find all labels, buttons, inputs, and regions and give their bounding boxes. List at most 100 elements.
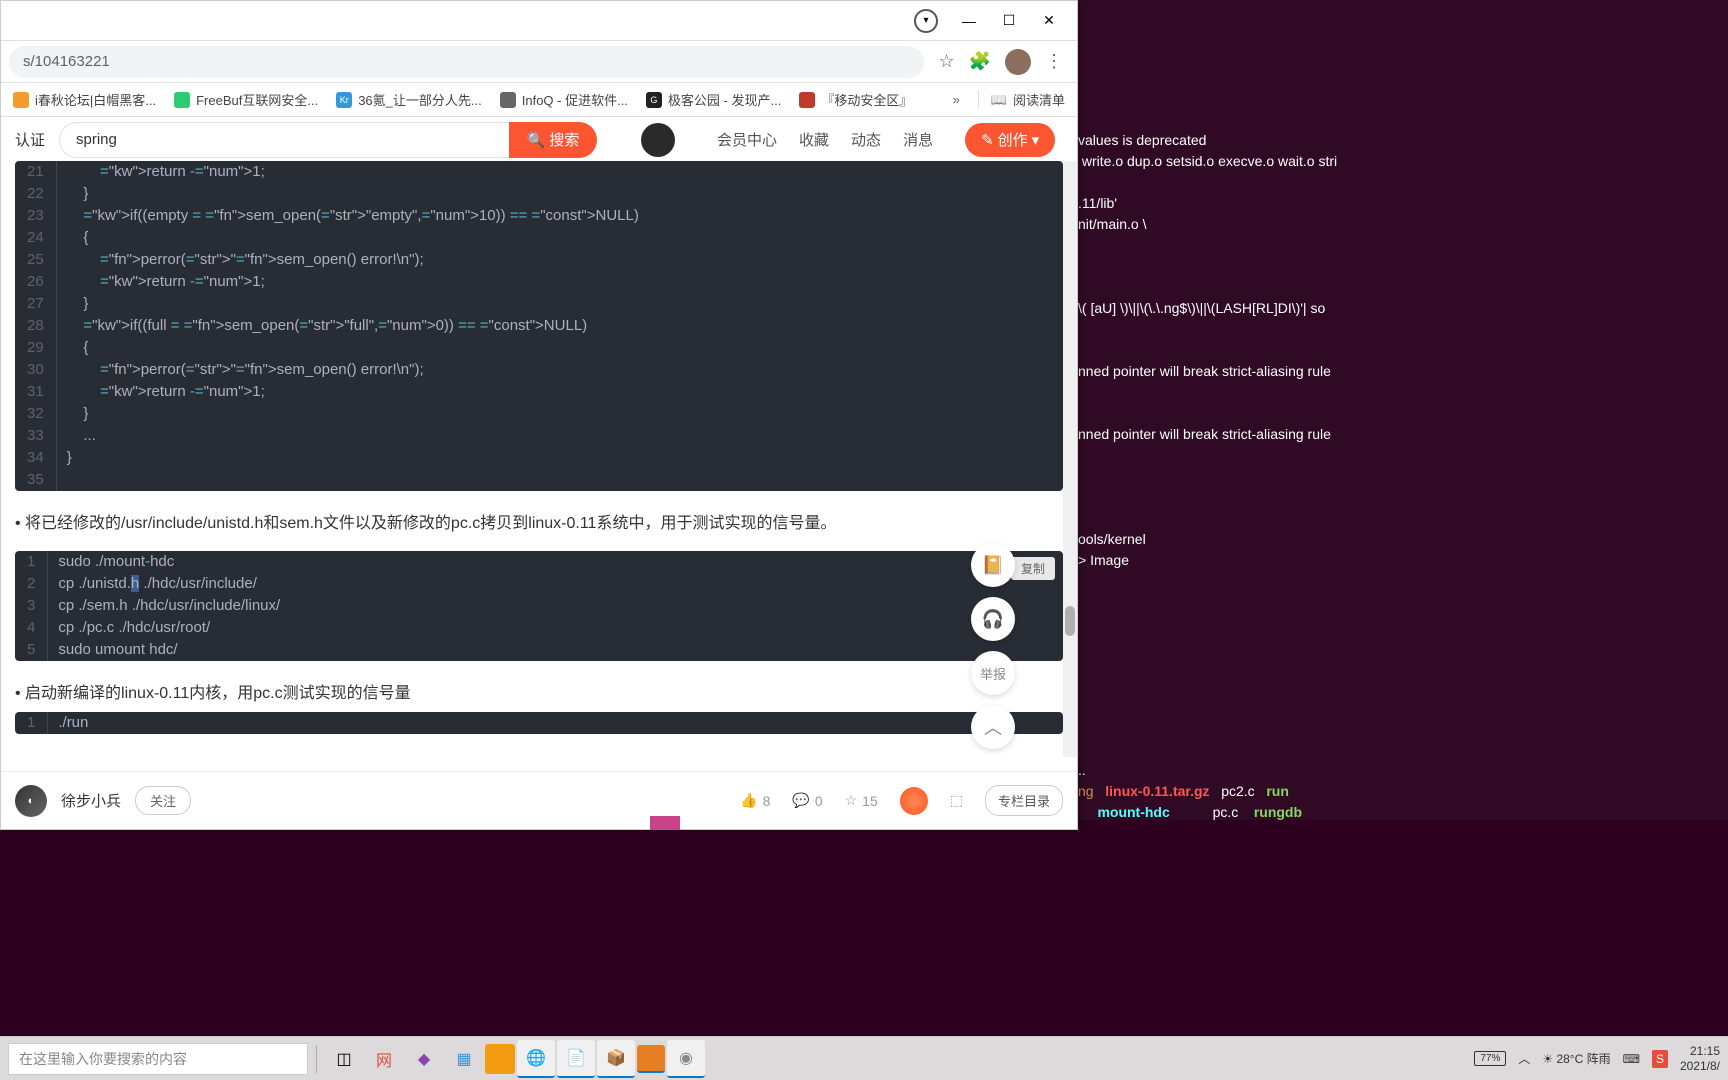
article-paragraph: 启动新编译的linux-0.11内核，用pc.c测试实现的信号量 xyxy=(15,661,1063,713)
create-button[interactable]: ✎创作▾ xyxy=(965,123,1055,157)
search-input[interactable] xyxy=(59,122,509,158)
nav-message[interactable]: 消息 xyxy=(903,129,933,150)
star-stat[interactable]: ☆15 xyxy=(845,792,878,809)
share-button[interactable]: ⬚ xyxy=(950,792,963,809)
bookmark-item[interactable]: Kr36氪_让一部分人先... xyxy=(336,90,482,109)
bookmark-item[interactable]: FreeBuf互联网安全... xyxy=(174,90,318,109)
term-line xyxy=(1078,256,1726,277)
code-body[interactable]: ././runrun xyxy=(48,712,1063,734)
search-button[interactable]: 🔍搜索 xyxy=(509,122,597,158)
term-line xyxy=(1078,445,1726,466)
bookmark-item[interactable]: G极客公园 - 发现产... xyxy=(646,90,781,109)
pen-icon: ✎ xyxy=(981,131,994,149)
code-block-2: 复制 12345 sudo ./mount-hdccp ./unistd.h .… xyxy=(15,551,1063,661)
profile-avatar[interactable] xyxy=(1005,49,1031,75)
account-indicator-icon[interactable] xyxy=(914,9,938,33)
scroll-thumb[interactable] xyxy=(1065,606,1075,636)
taskbar-app-icon[interactable]: 📄 xyxy=(557,1040,595,1078)
term-line xyxy=(1078,382,1726,403)
minimize-button[interactable]: — xyxy=(949,6,989,36)
term-line: values is deprecated xyxy=(1078,130,1726,151)
code-body[interactable]: ="kw">return -="num">1; } ="kw">if((empt… xyxy=(57,161,1063,491)
nav-member[interactable]: 会员中心 xyxy=(717,129,777,150)
taskbar-app-icon[interactable]: ◆ xyxy=(405,1040,443,1078)
nav-cert[interactable]: 认证 xyxy=(15,129,45,150)
term-line xyxy=(1078,718,1726,739)
extensions-icon[interactable]: 🧩 xyxy=(969,51,991,72)
article-content: 212223242526272829303132333435 ="kw">ret… xyxy=(1,161,1077,755)
back-to-top-button[interactable]: ︿ xyxy=(971,705,1015,749)
comment-stat[interactable]: 💬0 xyxy=(792,792,822,809)
comment-icon: 💬 xyxy=(792,792,809,809)
reading-list-button[interactable]: 📖 阅读清单 xyxy=(978,90,1065,109)
taskbar-app-icon[interactable] xyxy=(485,1044,515,1074)
bookmark-overflow-icon[interactable]: » xyxy=(953,92,960,107)
share-icon: ⬚ xyxy=(950,792,963,809)
term-line xyxy=(1078,466,1726,487)
copy-button[interactable]: 复制 xyxy=(1011,557,1055,580)
tray-ime-icon[interactable]: S xyxy=(1652,1050,1668,1068)
scrollbar[interactable] xyxy=(1063,161,1077,757)
bookmark-item[interactable]: 『移动安全区』 xyxy=(799,90,912,109)
taskbar-app-icon[interactable] xyxy=(637,1045,665,1073)
like-stat[interactable]: 👍8 xyxy=(740,792,770,809)
term-line: .11/lib' xyxy=(1078,193,1726,214)
author-avatar[interactable]: ◐ xyxy=(15,785,47,817)
tray-chevron-icon[interactable]: ︿ xyxy=(1518,1050,1530,1067)
term-line xyxy=(1078,676,1726,697)
term-line xyxy=(1078,235,1726,256)
bookmark-item[interactable]: InfoQ - 促进软件... xyxy=(500,90,628,109)
tray-keyboard-icon[interactable]: ⌨ xyxy=(1623,1052,1640,1066)
close-button[interactable]: ✕ xyxy=(1029,6,1069,36)
column-button[interactable]: 专栏目录 xyxy=(985,785,1063,816)
code-block-1: 212223242526272829303132333435 ="kw">ret… xyxy=(15,161,1063,491)
address-bar: s/104163221 ☆ 🧩 ⋮ xyxy=(1,41,1077,83)
chevron-down-icon: ▾ xyxy=(1032,131,1040,149)
article-paragraph: 将已经修改的/usr/include/unistd.h和sem.h文件以及新修改… xyxy=(15,491,1063,551)
follow-button[interactable]: 关注 xyxy=(135,786,191,815)
terminal-window: values is deprecated write.o dup.o setsi… xyxy=(1076,0,1728,820)
taskbar-app-icon[interactable]: 网 xyxy=(365,1040,403,1078)
taskbar-app-icon[interactable]: ◉ xyxy=(667,1040,705,1078)
battery-indicator[interactable]: 77% xyxy=(1474,1051,1506,1066)
windows-taskbar: 在这里输入你要搜索的内容 ◫ 网 ◆ ▦ 🌐 📄 📦 ◉ 77% ︿ ☀ 28°… xyxy=(0,1036,1728,1080)
maximize-button[interactable]: ☐ xyxy=(989,6,1029,36)
term-line xyxy=(1078,613,1726,634)
notes-button[interactable]: 📔 xyxy=(971,543,1015,587)
term-line xyxy=(1078,340,1726,361)
term-line xyxy=(1078,739,1726,760)
bookmark-item[interactable]: i春秋论坛|白帽黑客... xyxy=(13,90,156,109)
weather-widget[interactable]: ☀ 28°C 阵雨 xyxy=(1542,1050,1610,1067)
term-line: write.o dup.o setsid.o execve.o wait.o s… xyxy=(1078,151,1726,172)
user-avatar[interactable] xyxy=(641,123,675,157)
term-line xyxy=(1078,319,1726,340)
support-button[interactable]: 🎧 xyxy=(971,597,1015,641)
nav-dynamic[interactable]: 动态 xyxy=(851,129,881,150)
star-icon: ☆ xyxy=(845,792,858,809)
like-icon: 👍 xyxy=(740,792,757,809)
taskbar-app-icon[interactable]: 📦 xyxy=(597,1040,635,1078)
taskbar-app-icon[interactable]: ▦ xyxy=(445,1040,483,1078)
start-search-input[interactable]: 在这里输入你要搜索的内容 xyxy=(8,1043,308,1075)
line-numbers: 1 xyxy=(15,712,48,734)
bookmark-star-icon[interactable]: ☆ xyxy=(938,51,954,72)
author-name[interactable]: 徐步小兵 xyxy=(61,790,121,811)
menu-dots-icon[interactable]: ⋮ xyxy=(1045,51,1063,72)
clock[interactable]: 21:15 2021/8/ xyxy=(1680,1044,1720,1073)
nav-favorite[interactable]: 收藏 xyxy=(799,129,829,150)
browser-window: — ☐ ✕ s/104163221 ☆ 🧩 ⋮ i春秋论坛|白帽黑客... Fr… xyxy=(0,0,1078,830)
term-line xyxy=(1078,655,1726,676)
term-line: ng linux-0.11.tar.gz pc2.c run xyxy=(1078,781,1726,802)
reward-badge[interactable] xyxy=(900,787,928,815)
term-line: \( [aU] \)\||\(\.\.ng$\)\||\(LASH[RL]DI\… xyxy=(1078,298,1726,319)
article-footer: ◐ 徐步小兵 关注 👍8 💬0 ☆15 ⬚ 专栏目录 xyxy=(1,771,1077,829)
line-numbers: 212223242526272829303132333435 xyxy=(15,161,57,491)
ubuntu-taskbar-corner xyxy=(650,816,680,830)
chevron-up-icon: ︿ xyxy=(984,714,1002,740)
headset-icon: 🎧 xyxy=(982,609,1004,630)
report-button[interactable]: 举报 xyxy=(971,651,1015,695)
url-field[interactable]: s/104163221 xyxy=(9,46,924,78)
code-body[interactable]: sudo ./mount-hdccp ./unistd.h ./hdc/usr/… xyxy=(48,551,1063,661)
taskbar-chrome-icon[interactable]: 🌐 xyxy=(517,1040,555,1078)
task-view-icon[interactable]: ◫ xyxy=(325,1040,363,1078)
